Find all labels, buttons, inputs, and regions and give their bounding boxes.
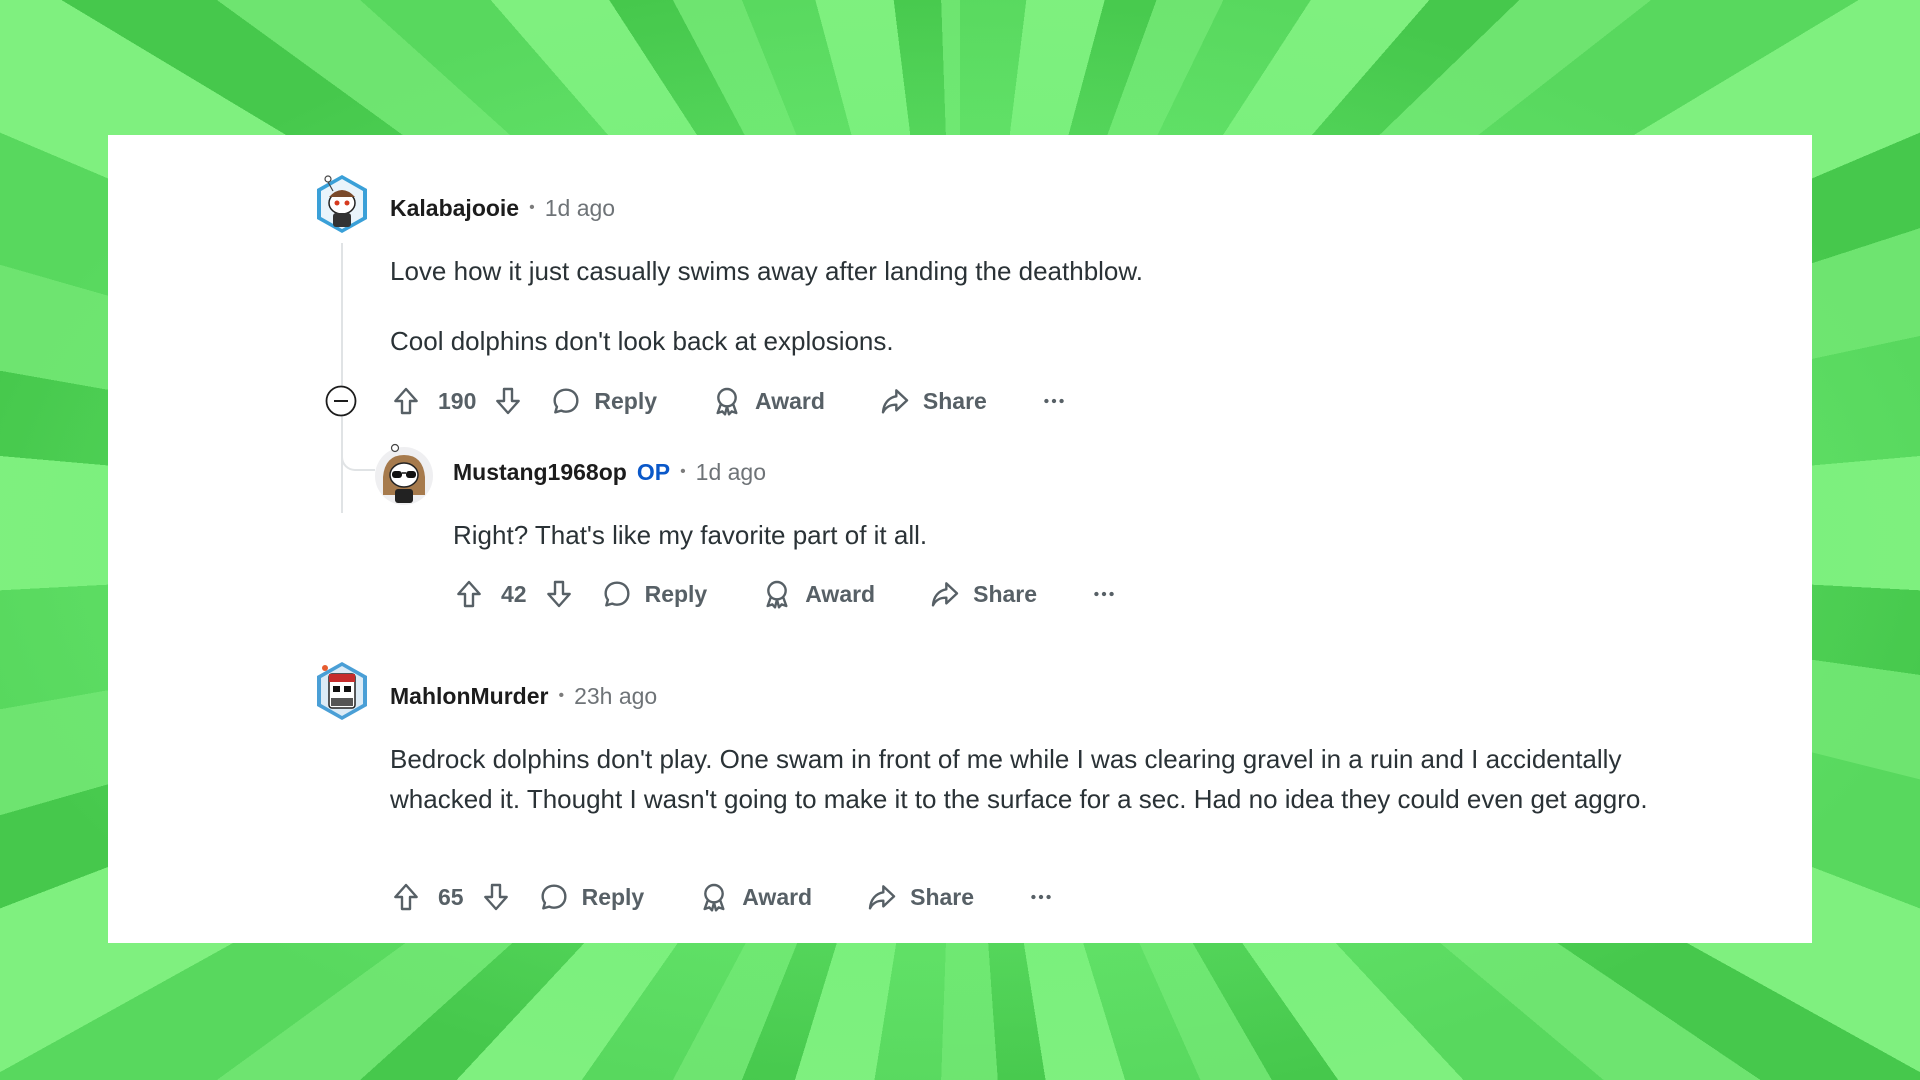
upvote-icon[interactable]: [390, 385, 422, 417]
reply-button[interactable]: Reply: [538, 881, 645, 913]
upvote-icon[interactable]: [390, 881, 422, 913]
share-arrow-icon: [866, 881, 898, 913]
avatar[interactable]: [313, 173, 371, 233]
vote-count: 65: [438, 883, 464, 910]
snoo-avatar-icon: [317, 662, 367, 720]
op-badge: OP: [636, 458, 671, 485]
award-button[interactable]: Award: [761, 578, 875, 610]
comment-bubble-icon: [550, 385, 582, 417]
share-arrow-icon: [879, 385, 911, 417]
timestamp[interactable]: 1d ago: [545, 195, 615, 222]
comment-paragraph: Cool dolphins don't look back at explosi…: [390, 326, 894, 356]
upvote-icon[interactable]: [453, 578, 485, 610]
more-options-button[interactable]: [1041, 388, 1067, 414]
username[interactable]: Mustang1968op: [453, 459, 627, 486]
more-options-button[interactable]: [1091, 581, 1117, 607]
snoo-avatar-icon: [317, 175, 367, 233]
comment-bubble-icon: [538, 881, 570, 913]
vote-group: 65: [390, 881, 512, 913]
award-label: Award: [755, 387, 825, 414]
more-dots-icon: [1028, 884, 1054, 910]
share-button[interactable]: Share: [866, 881, 974, 913]
share-label: Share: [910, 883, 975, 910]
comment-paragraph: Right? That's like my favorite part of i…: [453, 520, 928, 550]
award-label: Award: [805, 580, 876, 607]
avatar[interactable]: [313, 660, 371, 720]
thread-line: [341, 243, 343, 513]
collapse-minus-icon[interactable]: [325, 385, 357, 417]
award-ribbon-icon: [761, 578, 793, 610]
comment-paragraph: Bedrock dolphins don't play. One swam in…: [390, 744, 1648, 814]
comment-body: Bedrock dolphins don't play. One swam in…: [390, 739, 1690, 819]
separator-dot: •: [529, 199, 535, 216]
reply-button[interactable]: Reply: [550, 385, 657, 417]
comment-paragraph: Love how it just casually swims away aft…: [390, 256, 1143, 286]
more-dots-icon: [1041, 388, 1067, 414]
share-button[interactable]: Share: [929, 578, 1037, 610]
separator-dot: •: [680, 463, 686, 480]
comment-actions: 190 Reply Award Share: [390, 381, 1067, 421]
downvote-icon[interactable]: [543, 578, 575, 610]
comment-header: Mustang1968op OP • 1d ago: [453, 457, 766, 487]
comment-body: Right? That's like my favorite part of i…: [453, 515, 1753, 555]
vote-count: 42: [501, 580, 527, 607]
reply-button[interactable]: Reply: [601, 578, 708, 610]
more-options-button[interactable]: [1028, 884, 1054, 910]
reply-label: Reply: [594, 387, 658, 414]
thread-elbow: [341, 435, 375, 471]
share-label: Share: [973, 580, 1038, 607]
share-button[interactable]: Share: [879, 385, 987, 417]
award-button[interactable]: Award: [698, 881, 812, 913]
vote-group: 190: [390, 385, 524, 417]
share-label: Share: [922, 387, 987, 414]
comment-bubble-icon: [601, 578, 633, 610]
share-arrow-icon: [929, 578, 961, 610]
award-ribbon-icon: [698, 881, 730, 913]
award-label: Award: [742, 883, 813, 910]
comment-thread-card: Kalabajooie • 1d ago Love how it just ca…: [108, 135, 1812, 943]
comment-header: MahlonMurder • 23h ago: [390, 681, 657, 711]
separator-dot: •: [558, 687, 565, 704]
username[interactable]: Kalabajooie: [390, 195, 519, 222]
comment-header: Kalabajooie • 1d ago: [390, 193, 615, 223]
timestamp[interactable]: 1d ago: [696, 459, 766, 486]
award-ribbon-icon: [711, 385, 743, 417]
timestamp[interactable]: 23h ago: [574, 683, 657, 710]
more-dots-icon: [1091, 581, 1117, 607]
comment-actions: 65 Reply Award Share: [390, 877, 1054, 917]
reply-label: Reply: [581, 883, 645, 910]
comment-body: Love how it just casually swims away aft…: [390, 251, 1750, 361]
downvote-icon[interactable]: [480, 881, 512, 913]
vote-group: 42: [453, 578, 575, 610]
reply-label: Reply: [644, 580, 708, 607]
downvote-icon[interactable]: [492, 385, 524, 417]
avatar[interactable]: [373, 443, 435, 505]
snoo-avatar-icon: [375, 443, 433, 505]
comment-actions: 42 Reply Award Share: [453, 574, 1117, 614]
vote-count: 190: [438, 387, 477, 414]
username[interactable]: MahlonMurder: [390, 683, 548, 710]
award-button[interactable]: Award: [711, 385, 825, 417]
